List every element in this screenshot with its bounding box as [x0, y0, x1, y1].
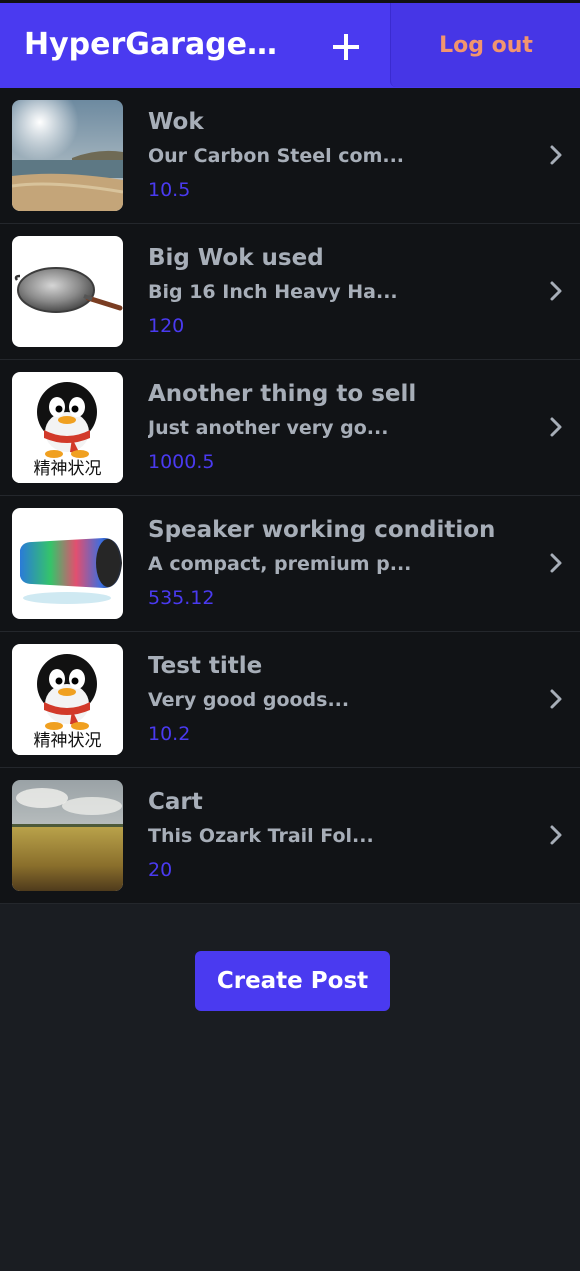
chevron-right-icon [550, 689, 562, 709]
post-price: 10.5 [148, 179, 191, 201]
post-thumbnail [12, 508, 123, 619]
post-thumbnail [12, 236, 123, 347]
create-post-button[interactable]: Create Post [195, 951, 390, 1011]
list-item[interactable]: 精神状况 Test title Very good goods... 10.2 [0, 632, 580, 768]
post-description: A compact, premium p... [148, 553, 412, 575]
chevron-right-icon [550, 281, 562, 301]
list-item[interactable]: Big Wok used Big 16 Inch Heavy Ha... 120 [0, 224, 580, 360]
post-description: Very good goods... [148, 689, 350, 711]
chevron-right-icon [550, 825, 562, 845]
post-title: Big Wok used [148, 245, 324, 271]
post-description: Big 16 Inch Heavy Ha... [148, 281, 398, 303]
post-list: Wok Our Carbon Steel com... 10.5 Big Wok… [0, 88, 580, 904]
add-post-button[interactable] [318, 19, 374, 75]
list-item[interactable]: Speaker working condition A compact, pre… [0, 496, 580, 632]
post-title: Cart [148, 789, 203, 815]
post-description: Just another very go... [148, 417, 389, 439]
sticker-caption: 精神状况 [33, 731, 102, 751]
post-price: 20 [148, 859, 173, 881]
post-title: Wok [148, 109, 204, 135]
app-header: HyperGarage… Log out [0, 3, 580, 88]
plus-icon [333, 34, 359, 60]
post-price: 1000.5 [148, 451, 215, 473]
post-thumbnail: 精神状况 [12, 644, 123, 755]
sticker-caption: 精神状况 [33, 459, 102, 479]
post-price: 535.12 [148, 587, 215, 609]
app-title: HyperGarage… [24, 27, 278, 62]
chevron-right-icon [550, 553, 562, 573]
post-thumbnail [12, 780, 123, 891]
logout-button[interactable]: Log out [390, 3, 580, 87]
post-title: Another thing to sell [148, 381, 417, 407]
list-item[interactable]: Cart This Ozark Trail Fol... 20 [0, 768, 580, 904]
post-price: 120 [148, 315, 185, 337]
chevron-right-icon [550, 145, 562, 165]
post-price: 10.2 [148, 723, 191, 745]
post-title: Test title [148, 653, 263, 679]
post-thumbnail: 精神状况 [12, 372, 123, 483]
list-item[interactable]: Wok Our Carbon Steel com... 10.5 [0, 88, 580, 224]
post-thumbnail [12, 100, 123, 211]
post-title: Speaker working condition [148, 517, 496, 543]
post-description: Our Carbon Steel com... [148, 145, 405, 167]
chevron-right-icon [550, 417, 562, 437]
post-description: This Ozark Trail Fol... [148, 825, 374, 847]
list-item[interactable]: 精神状况 Another thing to sell Just another … [0, 360, 580, 496]
